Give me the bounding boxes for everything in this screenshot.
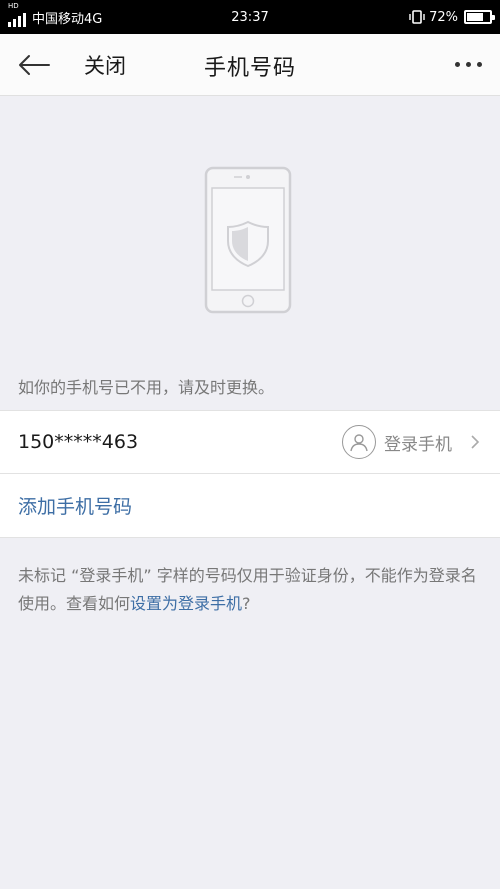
login-phone-footnote: 未标记 “登录手机” 字样的号码仅用于验证身份，不能作为登录名使用。查看如何设置… [18, 562, 484, 618]
chevron-right-icon [471, 435, 480, 449]
phone-shield-icon [204, 166, 292, 318]
login-phone-tag: 登录手机 [342, 425, 482, 459]
page-title: 手机号码 [203, 56, 296, 81]
vibrate-icon [409, 10, 425, 24]
status-bar: HD 中国移动4G 23:37 72% [0, 0, 500, 34]
user-avatar-icon [342, 425, 376, 459]
battery-icon [464, 10, 495, 24]
header-bar: 关闭 手机号码 [0, 34, 500, 96]
change-phone-notice: 如你的手机号已不用，请及时更换。 [18, 378, 275, 397]
set-login-phone-link[interactable]: 设置为登录手机 [130, 594, 242, 613]
battery-fill [467, 13, 483, 21]
login-phone-label: 登录手机 [384, 434, 452, 455]
footnote-end: ? [242, 594, 251, 613]
phone-number-row[interactable]: 150*****463 登录手机 [0, 410, 500, 474]
phone-number: 150*****463 [18, 431, 139, 453]
add-phone-button[interactable]: 添加手机号码 [0, 474, 500, 538]
more-button[interactable] [455, 56, 482, 72]
more-dots-icon [455, 61, 460, 67]
